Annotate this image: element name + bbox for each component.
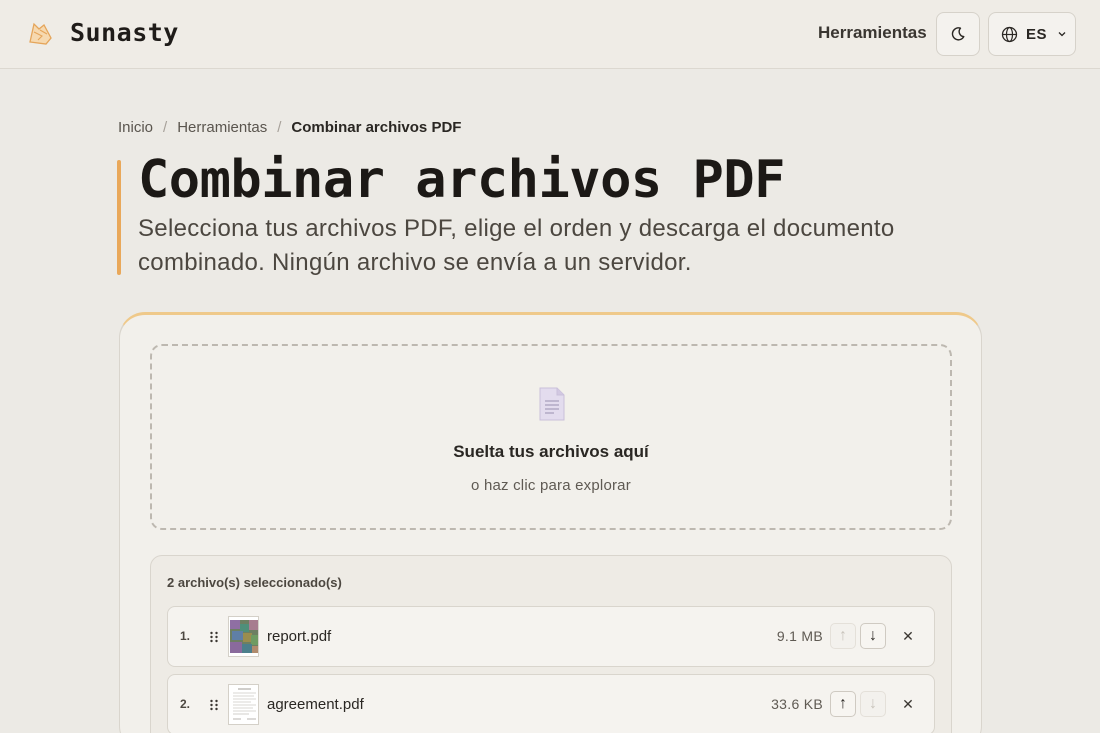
remove-file-button[interactable]: ✕ xyxy=(898,693,918,715)
file-row[interactable]: 1. report.pdf 9.1 MB ↑ ↓ ✕ xyxy=(167,606,935,667)
move-down-button[interactable]: ↓ xyxy=(860,623,886,649)
selected-files-panel: 2 archivo(s) seleccionado(s) 1. report.p… xyxy=(150,555,952,733)
file-name: agreement.pdf xyxy=(267,696,364,713)
breadcrumb-separator: / xyxy=(163,119,168,136)
page-title: Combinar archivos PDF xyxy=(138,150,785,210)
breadcrumb-separator: / xyxy=(277,119,282,136)
file-size: 33.6 KB xyxy=(771,696,823,712)
title-accent-bar xyxy=(117,160,121,275)
file-thumbnail xyxy=(228,684,259,725)
merge-tool-card: Suelta tus archivos aquí o haz clic para… xyxy=(119,312,982,733)
remove-file-button[interactable]: ✕ xyxy=(898,625,918,647)
breadcrumb-home[interactable]: Inicio xyxy=(118,119,153,136)
sunasty-logo-icon[interactable] xyxy=(26,18,56,48)
dropzone-title: Suelta tus archivos aquí xyxy=(453,442,649,461)
file-name: report.pdf xyxy=(267,628,332,645)
page-description: Selecciona tus archivos PDF, elige el or… xyxy=(138,215,895,276)
file-row[interactable]: 2. agreement.pdf 33.6 KB ↑ ↓ ✕ xyxy=(167,674,935,733)
move-up-button[interactable]: ↑ xyxy=(830,691,856,717)
file-row-number: 1. xyxy=(180,629,191,643)
file-size: 9.1 MB xyxy=(776,628,823,644)
nav-tools-link[interactable]: Herramientas xyxy=(818,23,927,43)
breadcrumb-current: Combinar archivos PDF xyxy=(291,119,462,136)
dropzone-subtitle: o haz clic para explorar xyxy=(471,477,631,494)
move-down-button[interactable]: ↓ xyxy=(860,691,886,717)
top-header: Sunasty Herramientas ES xyxy=(0,0,1100,69)
files-count-label: 2 archivo(s) seleccionado(s) xyxy=(167,575,342,590)
breadcrumb-tools[interactable]: Herramientas xyxy=(177,119,267,136)
chevron-down-icon xyxy=(1058,32,1066,37)
breadcrumb: Inicio / Herramientas / Combinar archivo… xyxy=(118,119,461,136)
file-row-number: 2. xyxy=(180,697,191,711)
move-up-button[interactable]: ↑ xyxy=(830,623,856,649)
file-thumbnail xyxy=(228,616,259,657)
drag-handle-icon[interactable] xyxy=(209,699,219,711)
brand-name[interactable]: Sunasty xyxy=(70,18,179,47)
moon-icon xyxy=(951,27,965,41)
document-icon xyxy=(539,387,565,421)
drag-handle-icon[interactable] xyxy=(209,631,219,643)
language-code: ES xyxy=(1026,25,1048,43)
theme-toggle-button[interactable] xyxy=(936,12,980,56)
globe-icon xyxy=(1001,26,1018,42)
language-selector[interactable]: ES xyxy=(988,12,1076,56)
file-dropzone[interactable]: Suelta tus archivos aquí o haz clic para… xyxy=(150,344,952,530)
